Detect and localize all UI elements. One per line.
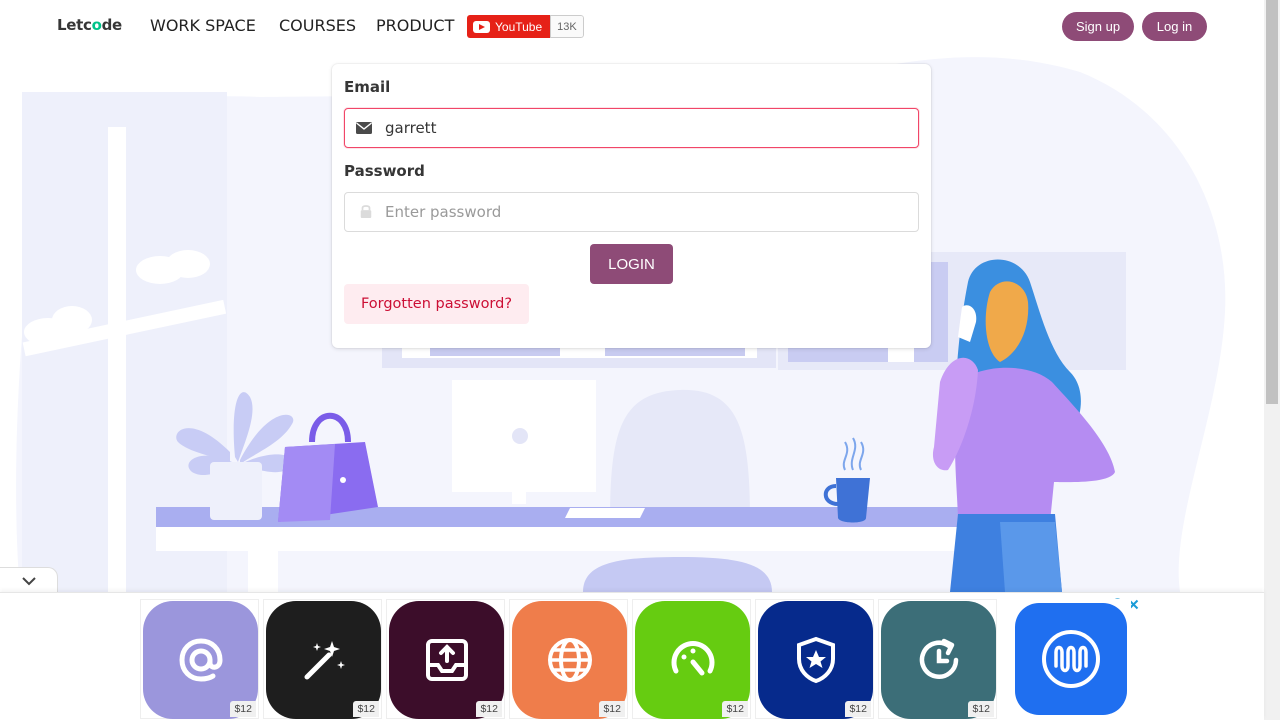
forgot-password-link[interactable]: Forgotten password? bbox=[344, 284, 529, 324]
ad-price: $12 bbox=[230, 701, 256, 717]
lock-icon bbox=[360, 205, 372, 218]
clock-refresh-icon bbox=[919, 638, 958, 679]
youtube-label: YouTube bbox=[495, 19, 543, 34]
ad-app-tile-8[interactable] bbox=[1012, 599, 1131, 719]
ad-app-tile-6[interactable]: $12 bbox=[755, 599, 874, 719]
logo-suffix: de bbox=[101, 16, 123, 34]
ad-collapse-toggle[interactable] bbox=[0, 567, 58, 593]
ad-app-tile-5[interactable]: $12 bbox=[632, 599, 751, 719]
email-label: Email bbox=[344, 78, 391, 96]
ad-price: $12 bbox=[353, 701, 379, 717]
ad-price: $12 bbox=[722, 701, 748, 717]
email-input[interactable] bbox=[385, 109, 905, 147]
ad-price: $12 bbox=[599, 701, 625, 717]
globe-icon bbox=[547, 638, 592, 682]
login-nav-button[interactable]: Log in bbox=[1142, 12, 1207, 41]
scrollbar-thumb[interactable] bbox=[1266, 0, 1278, 404]
youtube-subscribe-widget[interactable]: YouTube 13K bbox=[467, 15, 584, 38]
speedometer-icon bbox=[671, 641, 714, 676]
nav-courses[interactable]: COURSES bbox=[279, 16, 356, 35]
logo-prefix: Letc bbox=[57, 16, 92, 34]
youtube-subscriber-count: 13K bbox=[550, 15, 584, 38]
login-card: Email Password LOGIN Forgotten password? bbox=[332, 64, 931, 348]
ad-app-tile-3[interactable]: $12 bbox=[386, 599, 505, 719]
password-input[interactable] bbox=[385, 193, 905, 231]
logo-accent: o bbox=[91, 16, 102, 34]
ad-price: $12 bbox=[845, 701, 871, 717]
password-field-wrapper bbox=[344, 192, 919, 232]
page-scrollbar[interactable] bbox=[1264, 0, 1280, 720]
top-navbar: Letcode WORK SPACE COURSES PRODUCT YouTu… bbox=[0, 0, 1264, 52]
ad-app-tile-7[interactable]: $12 bbox=[878, 599, 997, 719]
upload-tray-icon bbox=[425, 639, 468, 681]
nav-work-space[interactable]: WORK SPACE bbox=[150, 16, 256, 35]
shield-star-icon bbox=[796, 636, 835, 684]
youtube-play-icon bbox=[473, 20, 490, 33]
letcode-logo[interactable]: Letcode bbox=[57, 16, 122, 34]
password-label: Password bbox=[344, 162, 425, 180]
at-sign-icon bbox=[178, 638, 223, 682]
signup-button[interactable]: Sign up bbox=[1062, 12, 1134, 41]
envelope-icon bbox=[356, 122, 372, 134]
ad-app-tile-4[interactable]: $12 bbox=[509, 599, 628, 719]
email-field-wrapper bbox=[344, 108, 919, 148]
ad-app-tile-2[interactable]: $12 bbox=[263, 599, 382, 719]
ad-app-icon bbox=[1015, 603, 1127, 715]
login-button[interactable]: LOGIN bbox=[590, 244, 673, 284]
ad-price: $12 bbox=[476, 701, 502, 717]
magic-wand-icon bbox=[304, 641, 345, 680]
youtube-button[interactable]: YouTube bbox=[467, 15, 551, 38]
ad-price: $12 bbox=[968, 701, 994, 717]
wave-logo-icon bbox=[1042, 630, 1100, 688]
chevron-down-icon bbox=[21, 576, 36, 585]
nav-product[interactable]: PRODUCT bbox=[376, 16, 454, 35]
ad-app-tile-1[interactable]: $12 bbox=[140, 599, 259, 719]
ad-banner: $12 $12 $12 $12 $12 $12 $12 bbox=[0, 592, 1264, 720]
